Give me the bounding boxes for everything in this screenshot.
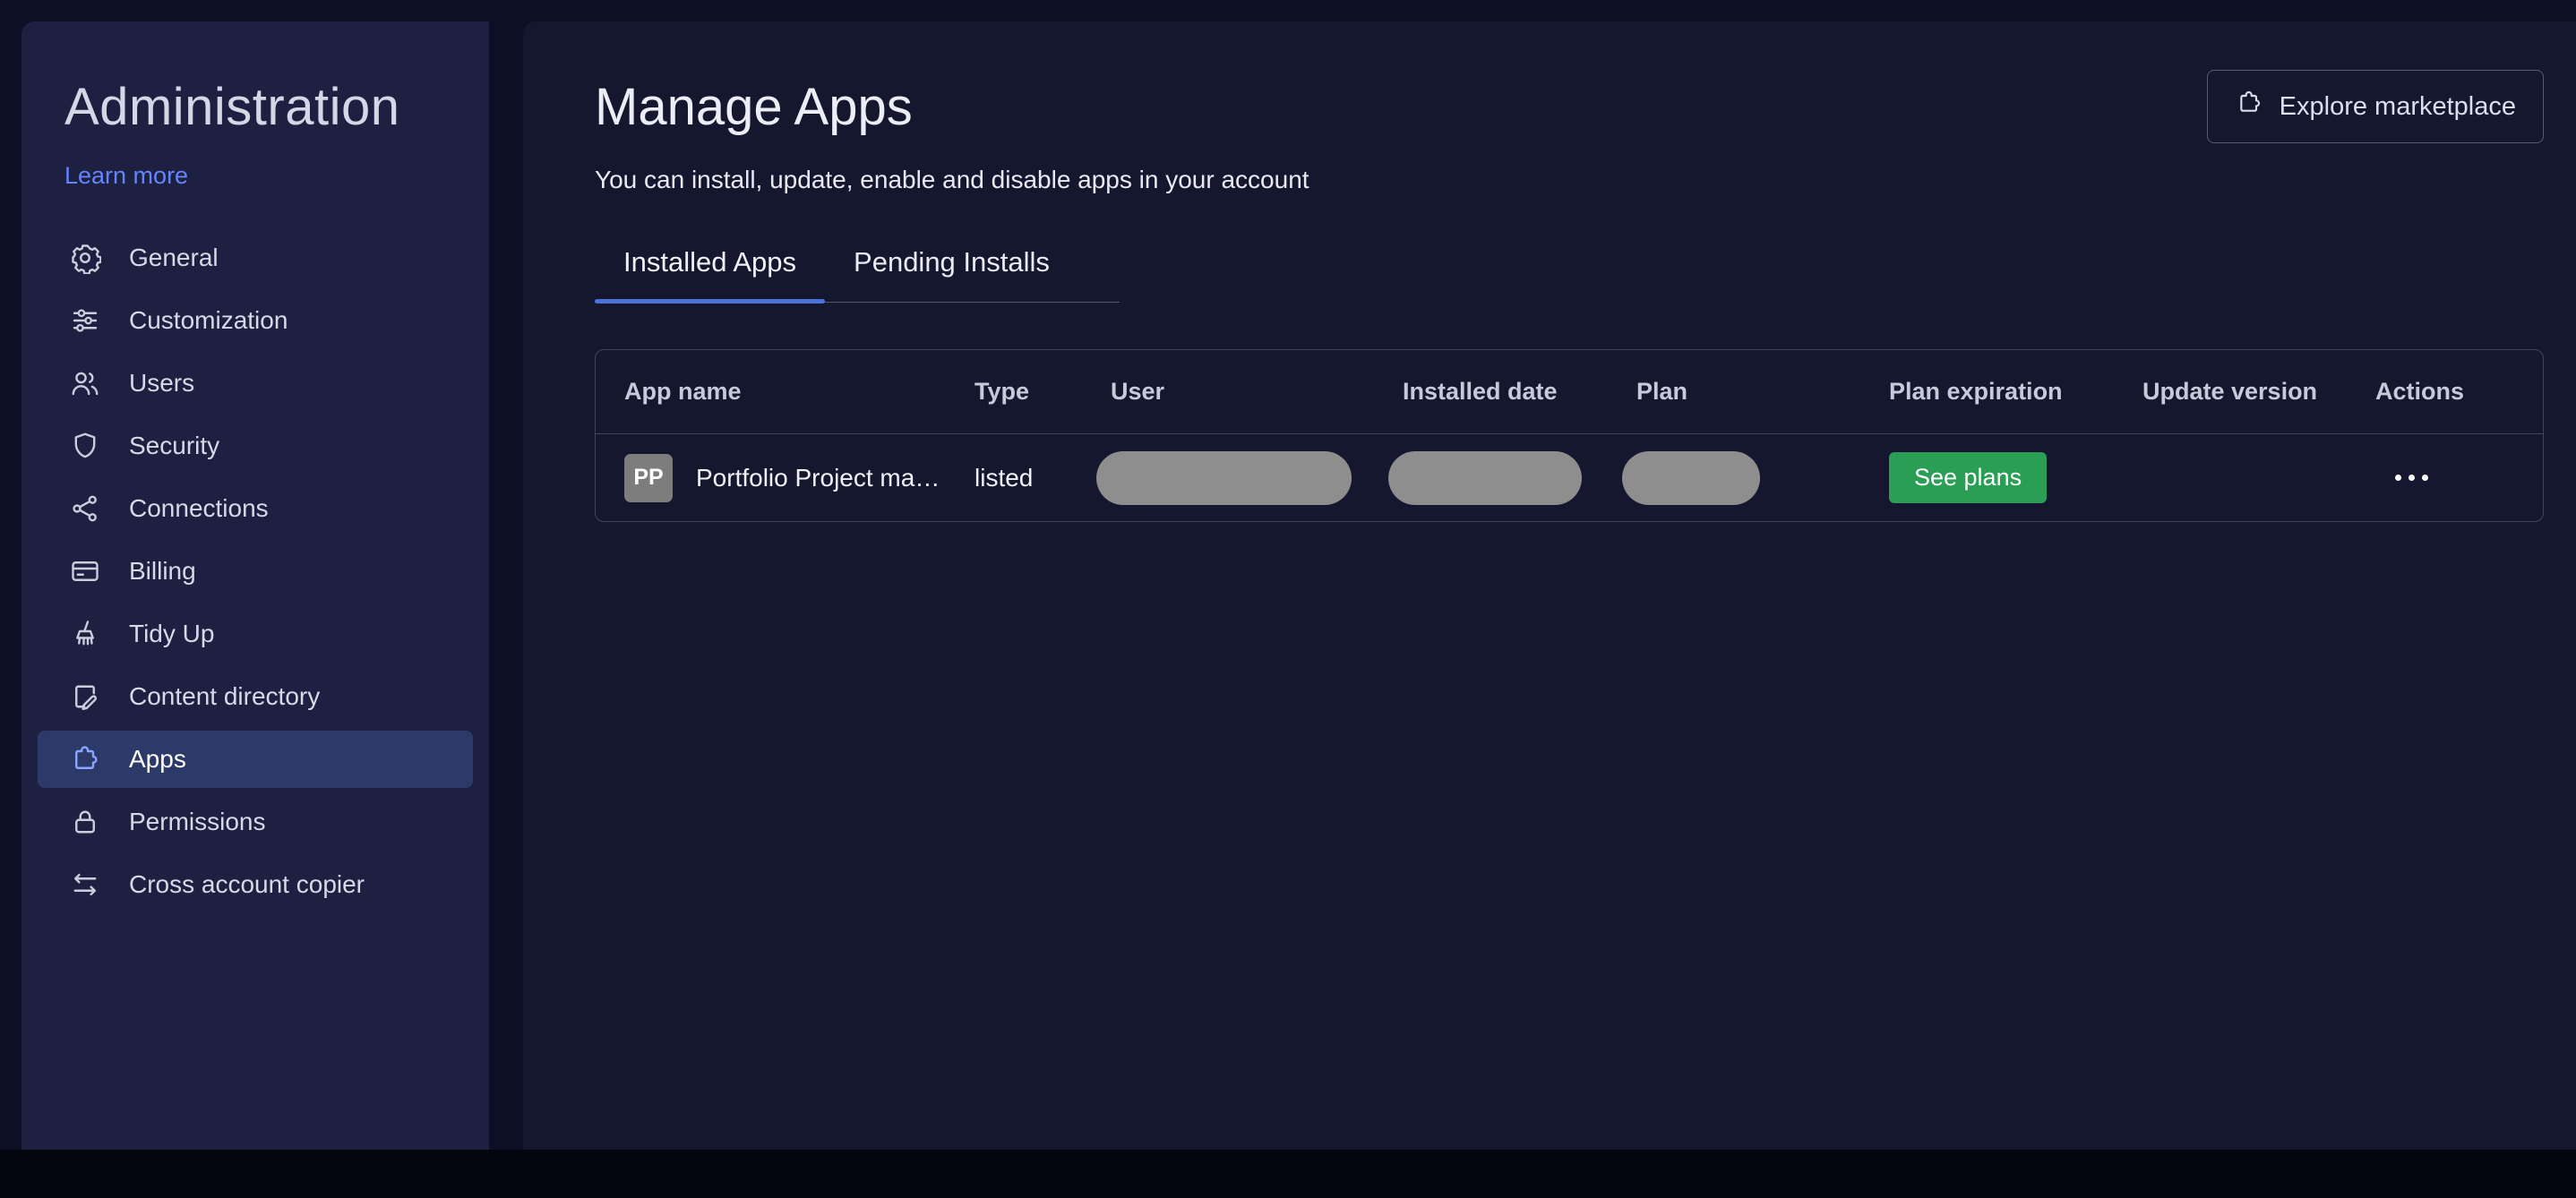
column-header-app-name: App name: [624, 378, 742, 405]
sidebar-item-billing[interactable]: Billing: [38, 543, 473, 600]
sidebar-item-label: Cross account copier: [129, 870, 365, 898]
app-avatar: PP: [624, 453, 673, 502]
main-content: Manage Apps You can install, update, ena…: [523, 21, 2576, 1150]
cell-installed-date: [1374, 450, 1608, 505]
lock-icon: [68, 805, 102, 839]
document-edit-icon: [68, 680, 102, 714]
cell-user: [1082, 450, 1374, 505]
main-header: Manage Apps You can install, update, ena…: [595, 70, 2544, 194]
apps-table: App name Type User Installed date Plan P…: [595, 349, 2544, 522]
sidebar-item-permissions[interactable]: Permissions: [38, 793, 473, 851]
table-header-row: App name Type User Installed date Plan P…: [596, 350, 2543, 434]
column-header-installed-date: Installed date: [1403, 378, 1558, 405]
sidebar-item-content-directory[interactable]: Content directory: [38, 668, 473, 725]
cell-plan-expiration: See plans: [1860, 452, 2114, 503]
column-header-actions: Actions: [2375, 378, 2465, 405]
sliders-icon: [68, 304, 102, 338]
redacted-date-pill: [1388, 450, 1582, 505]
sidebar-item-label: Customization: [129, 306, 288, 334]
sidebar-item-label: Apps: [129, 745, 186, 773]
sidebar-item-connections[interactable]: Connections: [38, 480, 473, 537]
sidebar-item-label: Content directory: [129, 682, 321, 710]
redacted-plan-pill: [1622, 450, 1760, 505]
sidebar-item-security[interactable]: Security: [38, 417, 473, 475]
learn-more-link[interactable]: Learn more: [64, 162, 188, 190]
puzzle-icon: [2235, 89, 2263, 124]
sidebar-item-label: Tidy Up: [129, 620, 215, 647]
app-name-text: Portfolio Project ma…: [696, 463, 940, 492]
explore-marketplace-button[interactable]: Explore marketplace: [2206, 70, 2544, 143]
bottom-strip: [0, 1150, 2576, 1198]
sidebar-item-label: Billing: [129, 557, 196, 585]
admin-window: Administration Learn more General Custom…: [21, 21, 2576, 1150]
app-type-text: listed: [975, 463, 1034, 492]
cell-type: listed: [946, 464, 1082, 492]
puzzle-icon: [68, 742, 102, 776]
cell-plan: [1608, 450, 1860, 505]
sidebar-title: Administration: [64, 78, 400, 136]
ellipsis-icon[interactable]: [2395, 475, 2428, 481]
sidebar-item-label: Security: [129, 432, 220, 459]
sidebar-item-users[interactable]: Users: [38, 355, 473, 412]
sidebar-item-label: General: [129, 244, 219, 271]
credit-card-icon: [68, 554, 102, 588]
cell-actions: [2347, 475, 2543, 481]
sidebar-item-tidy-up[interactable]: Tidy Up: [38, 605, 473, 663]
column-header-type: Type: [975, 378, 1030, 405]
sidebar-item-label: Users: [129, 369, 195, 397]
nodes-icon: [68, 492, 102, 526]
page-subtitle: You can install, update, enable and disa…: [595, 166, 1309, 193]
column-header-plan: Plan: [1636, 378, 1688, 405]
page-title: Manage Apps: [595, 78, 913, 136]
column-header-update-version: Update version: [2142, 378, 2318, 405]
sidebar: Administration Learn more General Custom…: [21, 21, 489, 1150]
sidebar-nav: General Customization Users Security Con…: [38, 229, 473, 913]
tab-pending-installs[interactable]: Pending Installs: [825, 246, 1120, 302]
sidebar-item-apps[interactable]: Apps: [38, 731, 473, 788]
sidebar-item-label: Permissions: [129, 808, 266, 835]
table-row: PP Portfolio Project ma… listed See plan…: [596, 434, 2543, 521]
gear-icon: [68, 241, 102, 275]
tab-installed-apps[interactable]: Installed Apps: [595, 246, 826, 304]
redacted-user-pill: [1096, 450, 1352, 505]
explore-marketplace-label: Explore marketplace: [2279, 91, 2516, 121]
tabs: Installed Apps Pending Installs: [595, 246, 1120, 304]
shield-icon: [68, 429, 102, 463]
see-plans-button[interactable]: See plans: [1889, 452, 2048, 503]
column-header-user: User: [1111, 378, 1165, 405]
sidebar-item-label: Connections: [129, 494, 269, 522]
sidebar-item-cross-account-copier[interactable]: Cross account copier: [38, 856, 473, 913]
sidebar-item-customization[interactable]: Customization: [38, 292, 473, 349]
sidebar-item-general[interactable]: General: [38, 229, 473, 287]
broom-icon: [68, 617, 102, 651]
swap-arrows-icon: [68, 868, 102, 902]
users-icon: [68, 366, 102, 400]
column-header-plan-expiration: Plan expiration: [1889, 378, 2063, 405]
cell-app-name: PP Portfolio Project ma…: [596, 453, 946, 502]
